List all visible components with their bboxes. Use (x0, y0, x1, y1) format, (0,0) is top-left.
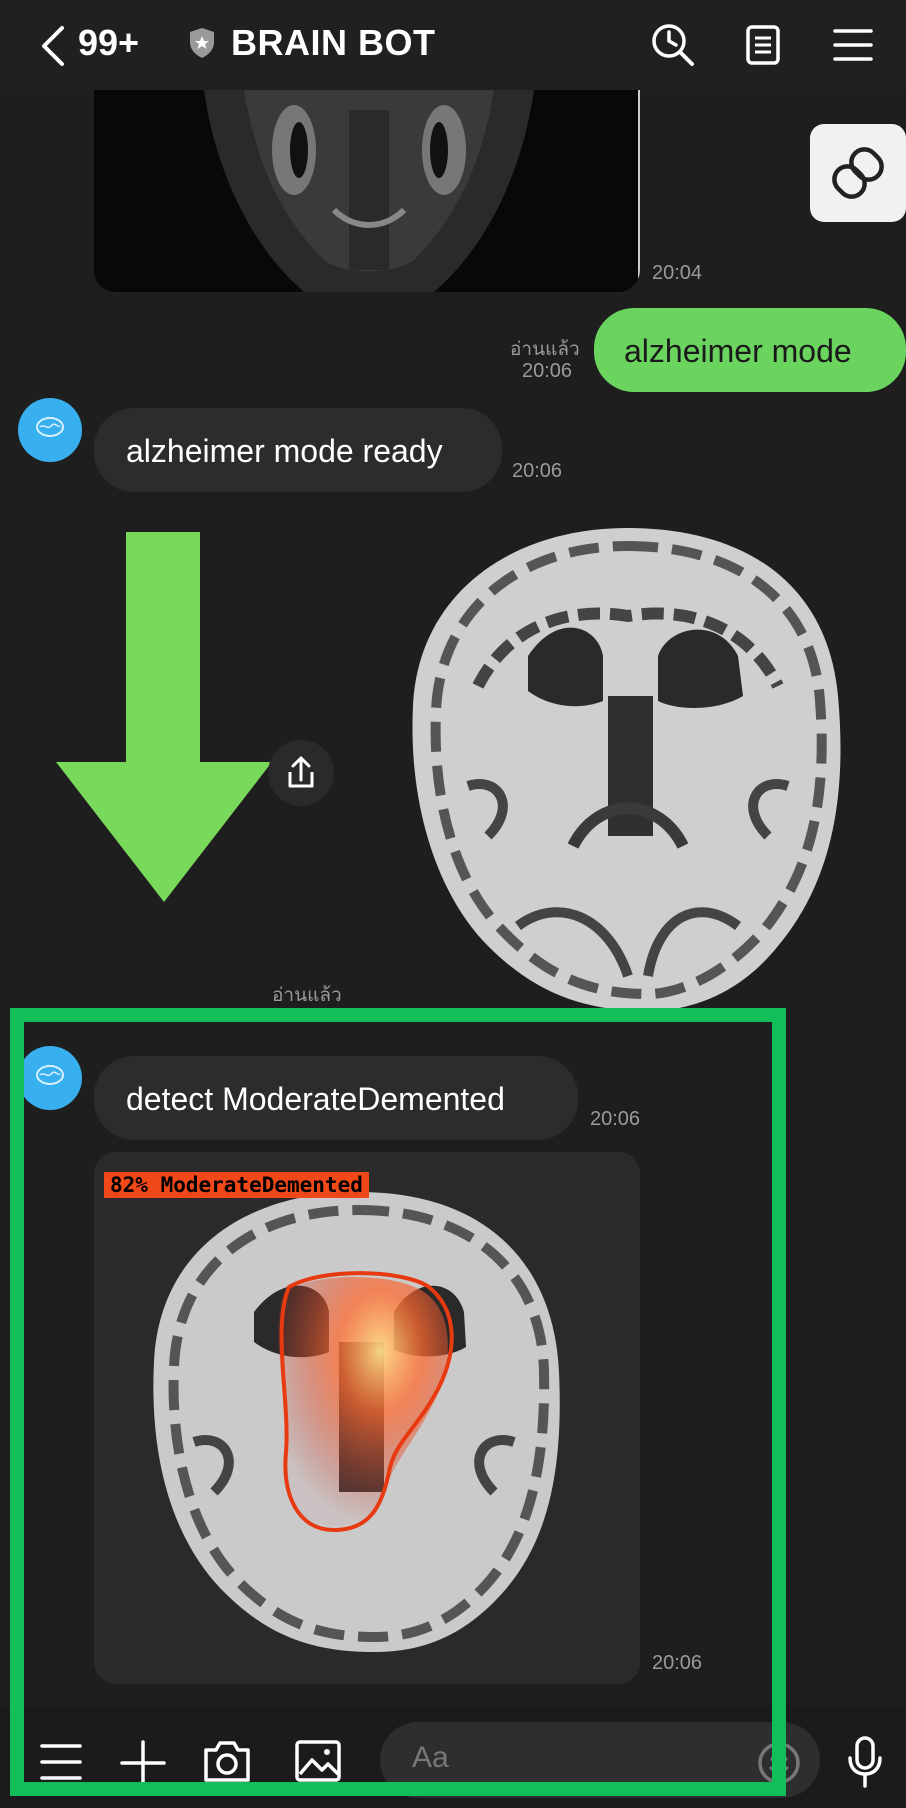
message-time: 20:06 (512, 460, 563, 482)
menu-icon[interactable] (830, 22, 876, 68)
read-receipt: อ่านแล้ว (272, 985, 342, 1006)
message-time: 20:06 (522, 360, 573, 382)
share-button[interactable] (268, 740, 334, 806)
share-icon (288, 756, 314, 788)
down-arrow-annotation (56, 532, 272, 902)
unread-count[interactable]: 99+ (78, 22, 139, 64)
shield-icon (190, 28, 214, 58)
brain-mri-image (358, 506, 904, 1038)
mri-image-message[interactable] (358, 506, 904, 1038)
notes-icon[interactable] (740, 22, 786, 68)
message-text: alzheimer mode (624, 333, 852, 369)
mri-image-message[interactable] (94, 90, 640, 292)
back-chevron-icon[interactable] (36, 24, 76, 68)
outgoing-message-bubble[interactable]: alzheimer mode (594, 308, 906, 392)
copy-link-button[interactable] (810, 124, 906, 222)
incoming-message-bubble[interactable]: alzheimer mode ready (94, 408, 502, 492)
bot-avatar[interactable] (18, 398, 82, 462)
mic-icon[interactable] (846, 1736, 884, 1788)
chat-title: BRAIN BOT (231, 22, 436, 63)
message-time: 20:04 (652, 262, 703, 284)
message-text: alzheimer mode ready (126, 433, 443, 469)
brain-logo-icon (36, 417, 64, 437)
clock-search-icon[interactable] (650, 22, 696, 68)
mri-coronal-image (94, 90, 640, 292)
link-icon (832, 147, 884, 199)
highlight-box-annotation (10, 1008, 786, 1796)
